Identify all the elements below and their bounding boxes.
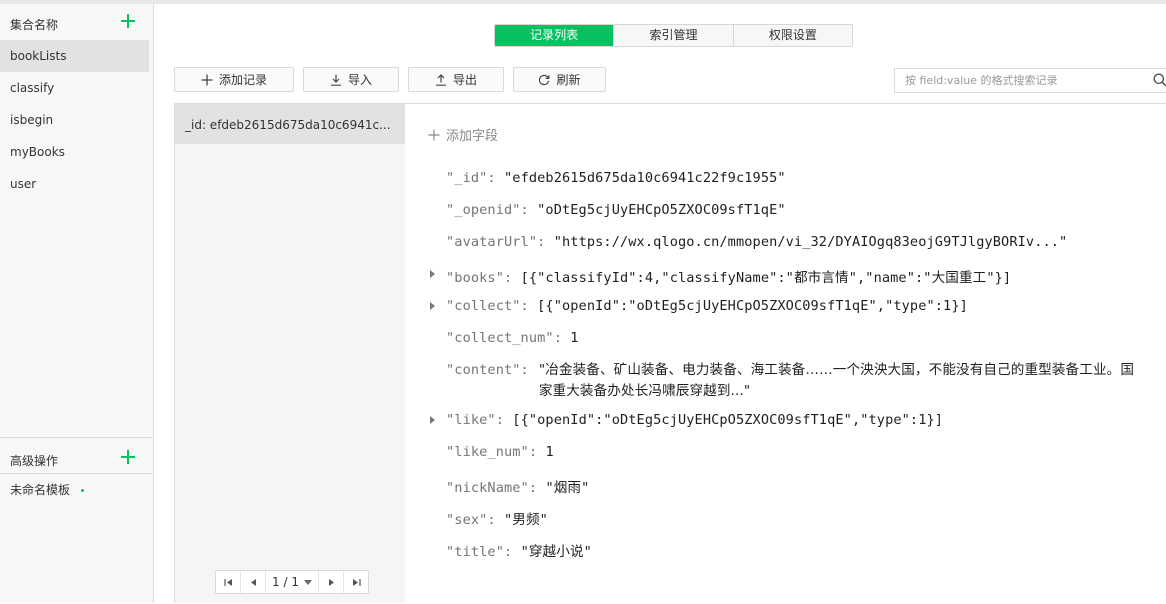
first-page-icon xyxy=(223,578,232,586)
field-key: "collect_num": xyxy=(446,330,562,346)
record-list-item[interactable]: _id: efdeb2615d675da10c6941c... xyxy=(175,104,405,144)
view-tabs: 记录列表 索引管理 权限设置 xyxy=(494,24,853,47)
collection-item-user[interactable]: user xyxy=(0,168,149,200)
export-label: 导出 xyxy=(452,73,477,87)
field-value: "穿越小说" xyxy=(520,544,592,560)
expand-arrow-icon[interactable] xyxy=(430,302,435,310)
record-list: _id: efdeb2615d675da10c6941c... 1 / 1 xyxy=(174,103,406,603)
import-button[interactable]: 导入 xyxy=(303,67,399,92)
plus-icon xyxy=(201,74,213,85)
field-row-like[interactable]: "like": [{"openId":"oDtEg5cjUyEHCpO5ZXOC… xyxy=(446,412,943,428)
field-row-collect-num[interactable]: "collect_num": 1 xyxy=(446,330,579,346)
field-row-books[interactable]: "books": [{"classifyId":4,"classifyName"… xyxy=(446,266,1011,286)
field-value: [{"openId":"oDtEg5cjUyEHCpO5ZXOC09sfT1qE… xyxy=(512,412,944,428)
pagination: 1 / 1 xyxy=(215,570,369,594)
first-page-button[interactable] xyxy=(216,571,241,593)
field-value: 1 xyxy=(545,444,554,460)
field-key: "collect": xyxy=(446,298,529,314)
add-collection-icon[interactable] xyxy=(120,13,136,29)
field-value: "男频" xyxy=(504,512,548,528)
collection-item-booklists[interactable]: bookLists xyxy=(0,40,149,72)
download-icon xyxy=(330,74,341,86)
refresh-button[interactable]: 刷新 xyxy=(513,67,606,92)
sidebar-divider xyxy=(0,437,153,438)
field-row-collect[interactable]: "collect": [{"openId":"oDtEg5cjUyEHCpO5Z… xyxy=(446,298,968,314)
import-label: 导入 xyxy=(347,73,372,87)
last-page-button[interactable] xyxy=(344,571,368,593)
collection-item-classify[interactable]: classify xyxy=(0,72,149,104)
collection-sidebar: 集合名称 bookLists classify isbegin myBooks … xyxy=(0,4,154,603)
unsaved-dot-icon xyxy=(81,489,84,492)
field-value: [{"classifyId":4,"classifyName":"都市言情","… xyxy=(520,270,1012,286)
expand-arrow-icon[interactable] xyxy=(430,416,435,424)
field-row-like-num[interactable]: "like_num": 1 xyxy=(446,444,554,460)
collections-header: 集合名称 xyxy=(0,4,153,40)
add-field-label: 添加字段 xyxy=(446,129,499,144)
page-indicator: 1 / 1 xyxy=(272,575,299,589)
collection-item-isbegin[interactable]: isbegin xyxy=(0,104,149,136)
tab-record-list[interactable]: 记录列表 xyxy=(495,25,615,46)
refresh-label: 刷新 xyxy=(556,73,581,87)
top-border xyxy=(0,0,1166,4)
field-key: "books": xyxy=(446,270,513,286)
field-value: "https://wx.qlogo.cn/mmopen/vi_32/DYAIOg… xyxy=(553,234,1068,250)
next-page-button[interactable] xyxy=(319,571,344,593)
template-item[interactable]: 未命名模板 xyxy=(0,474,140,506)
field-key: "content": xyxy=(446,362,529,378)
field-row-nickname[interactable]: "nickName": "烟雨" xyxy=(446,476,589,496)
refresh-icon xyxy=(539,74,550,85)
field-value: [{"openId":"oDtEg5cjUyEHCpO5ZXOC09sfT1qE… xyxy=(537,298,968,314)
field-row-content[interactable]: "content": "冶金装备、矿山装备、电力装备、海工装备……一个泱泱大国，不… xyxy=(446,360,1146,402)
field-row-openid[interactable]: "_openid": "oDtEg5cjUyEHCpO5ZXOC09sfT1qE… xyxy=(446,202,786,218)
collection-item-mybooks[interactable]: myBooks xyxy=(0,136,149,168)
tab-permission-settings[interactable]: 权限设置 xyxy=(733,25,852,46)
field-key: "like_num": xyxy=(446,444,538,460)
field-value: "烟雨" xyxy=(545,480,590,496)
advanced-header-title: 高级操作 xyxy=(10,454,59,468)
expand-arrow-icon[interactable] xyxy=(430,270,435,278)
add-field-button[interactable]: 添加字段 xyxy=(428,125,498,144)
add-record-label: 添加记录 xyxy=(218,73,267,87)
advanced-header: 高级操作 xyxy=(0,440,153,476)
field-value: "efdeb2615d675da10c6941c22f9c1955" xyxy=(504,170,786,186)
field-key: "nickName": xyxy=(446,480,538,496)
field-row-title[interactable]: "title": "穿越小说" xyxy=(446,540,592,560)
search-icon[interactable] xyxy=(1153,73,1166,87)
field-key: "title": xyxy=(446,544,513,560)
add-record-button[interactable]: 添加记录 xyxy=(174,67,294,92)
last-page-icon xyxy=(352,578,361,586)
field-value: 1 xyxy=(570,330,579,346)
export-button[interactable]: 导出 xyxy=(408,67,504,92)
search-box xyxy=(894,68,1166,93)
field-value: "冶金装备、矿山装备、电力装备、海工装备……一个泱泱大国，不能没有自己的重型装备… xyxy=(538,362,1135,399)
field-row-id[interactable]: "_id": "efdeb2615d675da10c6941c22f9c1955… xyxy=(446,170,786,186)
field-key: "like": xyxy=(446,412,504,428)
collections-header-title: 集合名称 xyxy=(10,18,59,32)
prev-page-icon xyxy=(250,578,256,586)
upload-icon xyxy=(435,73,446,86)
field-key: "sex": xyxy=(446,512,496,528)
field-key: "_openid": xyxy=(446,202,529,218)
field-key: "avatarUrl": xyxy=(446,234,546,250)
next-page-icon xyxy=(328,578,334,586)
field-row-sex[interactable]: "sex": "男频" xyxy=(446,508,548,528)
add-template-icon[interactable] xyxy=(120,449,136,465)
plus-icon xyxy=(428,129,440,140)
field-value: "oDtEg5cjUyEHCpO5ZXOC09sfT1qE" xyxy=(537,202,786,218)
tab-index-management[interactable]: 索引管理 xyxy=(614,25,734,46)
field-row-avatarurl[interactable]: "avatarUrl": "https://wx.qlogo.cn/mmopen… xyxy=(446,234,1067,250)
template-item-label: 未命名模板 xyxy=(10,483,71,497)
page-select[interactable]: 1 / 1 xyxy=(266,571,319,593)
chevron-down-icon xyxy=(303,579,312,585)
field-key: "_id": xyxy=(446,170,496,186)
search-input[interactable] xyxy=(895,69,1145,92)
prev-page-button[interactable] xyxy=(241,571,266,593)
